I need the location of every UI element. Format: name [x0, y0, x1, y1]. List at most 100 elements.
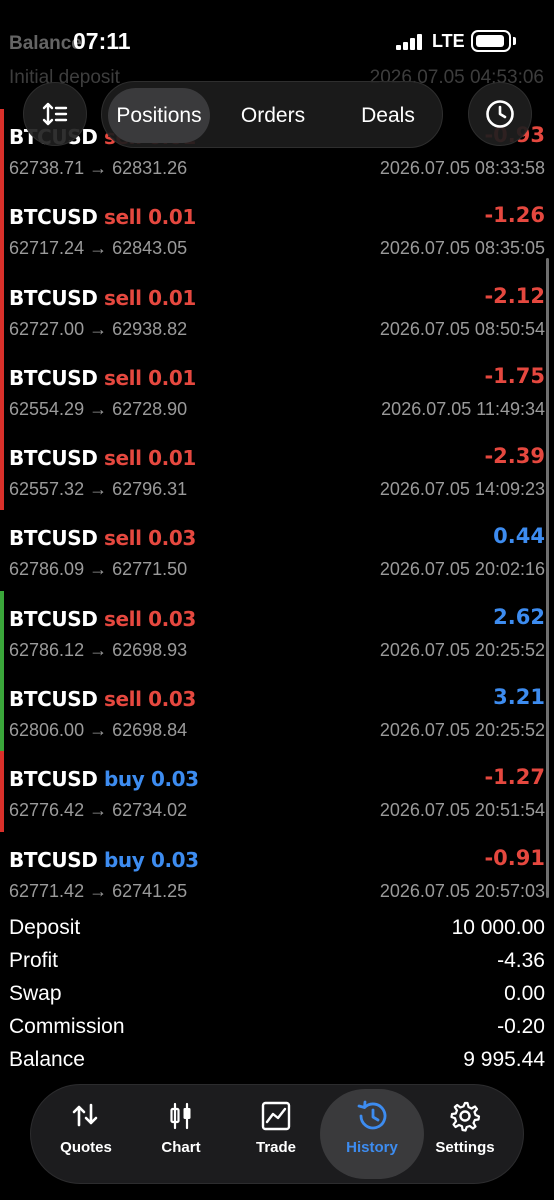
deal-title: BTCUSD sell 0.01 [9, 284, 196, 311]
deal-row[interactable]: BTCUSD sell 0.03 3.21 62806.00 → 62698.84 2… [0, 671, 554, 752]
gear-icon [450, 1101, 481, 1132]
summary-row-deposit: Deposit 10 000.00 [0, 914, 554, 947]
deal-symbol: BTCUSD [9, 365, 98, 390]
deal-prices: 62786.12 → 62698.93 [9, 639, 188, 660]
deal-time: 2026.07.05 20:02:16 [379, 559, 545, 580]
deal-side-volume: sell 0.01 [97, 365, 196, 390]
deal-side-volume: sell 0.01 [97, 446, 196, 471]
tab-orders-label: Orders [240, 103, 306, 127]
trade-chart-icon [261, 1101, 291, 1131]
deal-row[interactable]: BTCUSD sell 0.01 -1.75 62554.29 → 62728.90… [0, 349, 554, 431]
battery-tip [513, 37, 516, 45]
deal-title: BTCUSD buy 0.03 [9, 846, 199, 873]
tab-deals[interactable]: Deals [338, 88, 438, 143]
summary-value: -4.36 [497, 949, 545, 972]
deal-profit: 2.62 [493, 604, 545, 629]
deal-title: BTCUSD buy 0.03 [9, 765, 199, 792]
deal-symbol: BTCUSD [9, 687, 98, 712]
tab-history[interactable]: History [320, 1089, 424, 1179]
deal-prices: 62786.09 → 62771.50 [9, 559, 188, 580]
deal-status-stripe [0, 590, 4, 672]
tab-trade[interactable]: Trade [229, 1085, 323, 1183]
deals-list: BTCUSD sell 0.01-0.9362738.71 → 62831.26… [0, 109, 554, 912]
tab-chart[interactable]: Chart [134, 1085, 228, 1183]
deal-profit: -1.26 [484, 203, 545, 228]
deal-row[interactable]: BTCUSD sell 0.03 2.62 62786.12 → 62698.93 2… [0, 590, 554, 672]
deal-profit: -2.39 [484, 444, 545, 469]
deal-side-volume: sell 0.03 [97, 606, 196, 631]
deal-prices: 62727.00 → 62938.82 [9, 318, 188, 339]
deal-prices: 62771.42 → 62741.25 [9, 880, 188, 901]
deal-row[interactable]: BTCUSD sell 0.01 -2.39 62557.32 → 62796.31… [0, 430, 554, 511]
summary-row-profit: Profit -4.36 [0, 947, 554, 980]
candlestick-icon [170, 1102, 191, 1130]
tab-settings[interactable]: Settings [418, 1085, 512, 1183]
summary-value: 10 000.00 [451, 916, 545, 939]
deal-row[interactable]: BTCUSD sell 0.01 -2.12 62727.00 → 62938.82… [0, 269, 554, 350]
deal-row[interactable]: BTCUSD sell 0.01 -1.26 62717.24 → 62843.05… [0, 189, 554, 270]
deal-row[interactable]: BTCUSD buy 0.03 -0.91 62771.42 → 62741.25 2… [0, 832, 554, 912]
summary-value: 9 995.44 [463, 1048, 545, 1071]
tab-label: Chart [161, 1139, 201, 1156]
sort-button[interactable] [23, 82, 87, 146]
deal-time: 2026.07.05 20:25:52 [379, 639, 545, 660]
scrollbar[interactable] [546, 258, 549, 898]
summary-label: Profit [9, 949, 59, 972]
history-type-segmented-control: Positions Orders Deals [101, 81, 443, 148]
deal-prices: 62557.32 → 62796.31 [9, 479, 188, 500]
tab-label: Settings [435, 1139, 495, 1156]
deal-symbol: BTCUSD [9, 205, 98, 230]
deal-profit: -1.75 [484, 363, 545, 388]
tab-label: History [346, 1139, 398, 1156]
deal-symbol: BTCUSD [9, 847, 98, 872]
deal-time: 2026.07.05 08:35:05 [379, 238, 545, 259]
tab-quotes[interactable]: Quotes [39, 1085, 133, 1183]
deal-side-volume: buy 0.03 [97, 847, 199, 872]
summary-row-balance: Balance 9 995.44 [0, 1046, 554, 1079]
summary-row-commission: Commission -0.20 [0, 1013, 554, 1046]
tab-label: Quotes [60, 1139, 112, 1156]
deal-time: 2026.07.05 20:25:52 [379, 720, 545, 741]
sort-icon [42, 102, 68, 126]
deal-profit: -0.91 [484, 845, 545, 870]
deal-prices: 62806.00 → 62698.84 [9, 720, 188, 741]
battery-icon [471, 30, 511, 52]
top-toolbar: Positions Orders Deals [0, 81, 554, 149]
deal-prices: 62554.29 → 62728.90 [9, 398, 188, 419]
deal-symbol: BTCUSD [9, 285, 98, 310]
deal-title: BTCUSD sell 0.01 [9, 444, 196, 471]
deal-row[interactable]: BTCUSD buy 0.03 -1.27 62776.42 → 62734.02 2… [0, 751, 554, 832]
deal-profit: -2.12 [484, 283, 545, 308]
bottom-tab-bar: Quotes Chart Trade History Settings [30, 1084, 524, 1184]
network-type: LTE [432, 31, 465, 51]
tab-positions[interactable]: Positions [108, 88, 210, 143]
tab-deals-label: Deals [361, 103, 415, 127]
summary-value: 0.00 [504, 982, 545, 1005]
deal-symbol: BTCUSD [9, 606, 98, 631]
deal-row[interactable]: BTCUSD sell 0.03 0.44 62786.09 → 62771.50 2… [0, 510, 554, 590]
deal-title: BTCUSD sell 0.01 [9, 203, 196, 230]
deal-status-stripe [0, 269, 4, 350]
deal-time: 2026.07.05 11:49:34 [381, 398, 545, 419]
summary-row-swap: Swap 0.00 [0, 980, 554, 1013]
deal-time: 2026.07.05 14:09:23 [379, 479, 545, 500]
status-bar: 07:11 LTE [0, 0, 554, 84]
summary-label: Deposit [9, 916, 81, 939]
deal-time: 2026.07.05 08:33:58 [379, 158, 545, 178]
deal-side-volume: sell 0.03 [97, 687, 196, 712]
deal-time: 2026.07.05 08:50:54 [379, 318, 545, 339]
deal-time: 2026.07.05 20:57:03 [379, 880, 545, 901]
deal-side-volume: buy 0.03 [97, 767, 199, 792]
quotes-icon [72, 1103, 98, 1127]
clock-icon [486, 100, 514, 128]
deal-status-stripe [0, 751, 4, 832]
deal-status-stripe [0, 349, 4, 431]
tab-orders[interactable]: Orders [223, 88, 323, 143]
deal-symbol: BTCUSD [9, 526, 98, 551]
period-button[interactable] [468, 82, 532, 146]
deal-prices: 62717.24 → 62843.05 [9, 238, 188, 259]
clock: 07:11 [73, 28, 131, 54]
deal-symbol: BTCUSD [9, 446, 98, 471]
cellular-signal-icon [396, 34, 422, 50]
history-summary: Deposit 10 000.00 Profit -4.36 Swap 0.00 Commi… [0, 914, 554, 1079]
